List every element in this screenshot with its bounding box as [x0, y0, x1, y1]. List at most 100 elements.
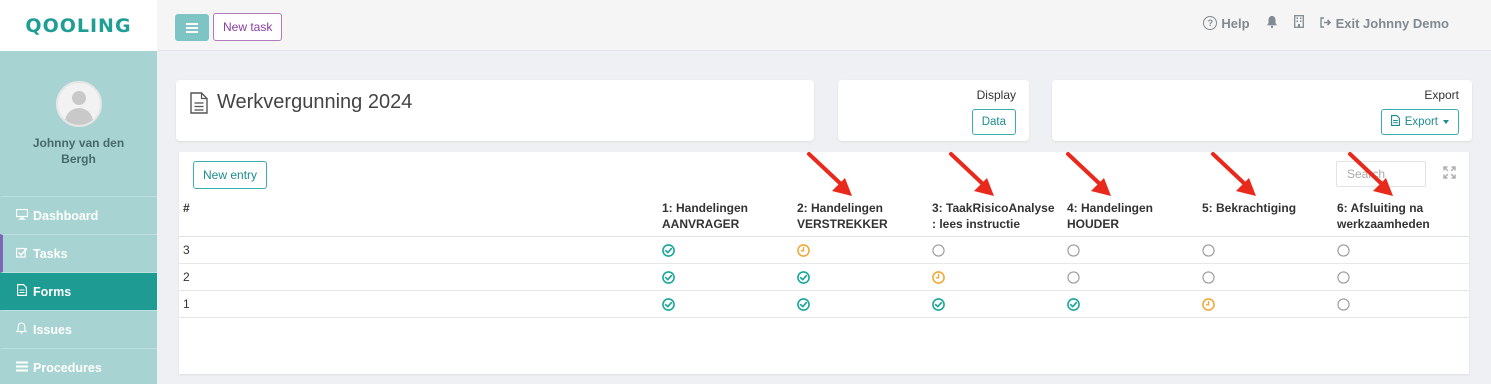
table-row[interactable]: 3	[179, 236, 1469, 264]
check-circle-icon	[1067, 297, 1080, 311]
sidebar-item-procedures[interactable]: Procedures	[0, 348, 157, 384]
empty-circle-icon	[932, 244, 945, 257]
annotation-arrow	[1348, 152, 1393, 196]
document-icon	[190, 92, 208, 119]
status-cell[interactable]	[1198, 236, 1333, 264]
status-cell[interactable]	[793, 263, 928, 291]
sidebar-item-tasks[interactable]: Tasks	[0, 234, 157, 272]
annotation-arrow	[1211, 152, 1256, 196]
status-cell[interactable]	[1333, 290, 1469, 318]
check-circle-icon	[797, 270, 810, 284]
form-title-card: Werkvergunning 2024	[176, 80, 814, 141]
column-header[interactable]: #	[179, 196, 658, 237]
clock-icon	[932, 270, 945, 284]
empty-circle-icon	[1337, 244, 1350, 257]
sidebar-item-label: Issues	[33, 322, 72, 337]
display-card: Display Data	[838, 80, 1029, 141]
logo: QOOLING	[25, 14, 132, 37]
status-cell[interactable]	[1198, 290, 1333, 318]
empty-circle-icon	[1067, 271, 1080, 284]
column-header[interactable]: 6: Afsluiting na werkzaamheden	[1333, 196, 1469, 237]
export-dropdown-button[interactable]: Export	[1380, 109, 1459, 135]
sidebar-item-label: Tasks	[33, 246, 68, 261]
empty-circle-icon	[1202, 244, 1215, 257]
row-id: 2	[179, 263, 658, 291]
annotation-arrow	[1066, 152, 1111, 196]
sidebar-item-issues[interactable]: Issues	[0, 310, 157, 348]
annotation-arrow	[807, 152, 852, 196]
export-button-label: Export	[1404, 116, 1438, 128]
row-id: 3	[179, 236, 658, 264]
entries-table: # 1: Handelingen AANVRAGER 2: Handelinge…	[179, 196, 1469, 318]
data-button[interactable]: Data	[971, 109, 1016, 135]
avatar[interactable]	[55, 81, 102, 127]
check-circle-icon	[932, 297, 945, 311]
notifications-button[interactable]	[1266, 15, 1278, 31]
table-header-row: # 1: Handelingen AANVRAGER 2: Handelinge…	[179, 196, 1469, 237]
table-row[interactable]: 1	[179, 290, 1469, 318]
sidebar-item-label: Procedures	[33, 360, 102, 375]
column-header[interactable]: 3: TaakRisicoAnalyse : lees instructie	[928, 196, 1063, 237]
status-cell[interactable]	[793, 290, 928, 318]
logo-area[interactable]: QOOLING	[0, 0, 157, 51]
sidebar-item-forms[interactable]: Forms	[0, 272, 157, 310]
status-cell[interactable]	[1333, 236, 1469, 264]
status-cell[interactable]	[658, 236, 793, 264]
check-circle-icon	[662, 297, 675, 311]
page-title: Werkvergunning 2024	[217, 91, 413, 113]
expand-icon[interactable]	[1443, 166, 1456, 184]
top-bar: New task ? Help Exit Johnny Demo	[157, 0, 1491, 51]
status-cell[interactable]	[658, 263, 793, 291]
status-cell[interactable]	[1063, 290, 1198, 318]
column-header[interactable]: 4: Handelingen HOUDER	[1063, 196, 1198, 237]
exit-link[interactable]: Exit Johnny Demo	[1319, 15, 1449, 31]
column-header[interactable]: 5: Bekrachtiging	[1198, 196, 1333, 237]
column-header[interactable]: 2: Handelingen VERSTREKKER	[793, 196, 928, 237]
clock-icon	[797, 243, 810, 257]
export-card: Export Export	[1052, 80, 1472, 141]
status-cell[interactable]	[793, 236, 928, 264]
checkbox-icon	[15, 247, 28, 261]
sidebar: QOOLING Johnny van den Bergh Dashboard T…	[0, 0, 157, 384]
status-cell[interactable]	[1198, 263, 1333, 291]
building-button[interactable]	[1293, 15, 1304, 31]
check-circle-icon	[662, 243, 675, 257]
table-row[interactable]: 2	[179, 263, 1469, 291]
monitor-icon	[15, 208, 28, 223]
new-task-button[interactable]: New task	[213, 13, 283, 41]
document-icon	[15, 284, 28, 299]
top-right-actions: ? Help Exit Johnny Demo	[1203, 15, 1449, 31]
check-circle-icon	[662, 270, 675, 284]
annotation-arrow	[949, 152, 994, 196]
menu-toggle-button[interactable]	[175, 14, 209, 41]
sidebar-item-dashboard[interactable]: Dashboard	[0, 196, 157, 234]
bell-icon	[15, 322, 28, 337]
caret-down-icon	[1443, 120, 1449, 124]
status-cell[interactable]	[928, 236, 1063, 264]
empty-circle-icon	[1202, 271, 1215, 284]
status-cell[interactable]	[928, 263, 1063, 291]
file-icon	[1390, 115, 1400, 129]
user-profile: Johnny van den Bergh	[0, 51, 157, 196]
column-header[interactable]: 1: Handelingen AANVRAGER	[658, 196, 793, 237]
status-cell[interactable]	[658, 290, 793, 318]
clock-icon	[1202, 297, 1215, 311]
new-entry-button[interactable]: New entry	[193, 161, 268, 189]
display-label: Display	[976, 88, 1016, 102]
exit-label: Exit Johnny Demo	[1335, 15, 1449, 31]
sidebar-nav: Dashboard Tasks Forms Issues Procedures	[0, 196, 157, 384]
status-cell[interactable]	[928, 290, 1063, 318]
export-label: Export	[1424, 88, 1459, 102]
help-link[interactable]: ? Help	[1203, 16, 1250, 31]
user-name: Johnny van den Bergh	[32, 136, 125, 166]
sign-out-icon	[1319, 16, 1332, 31]
sidebar-item-label: Forms	[33, 284, 72, 299]
status-cell[interactable]	[1063, 263, 1198, 291]
sidebar-item-label: Dashboard	[33, 208, 99, 223]
building-icon	[1293, 15, 1304, 31]
hamburger-icon	[186, 20, 198, 36]
bell-icon	[1266, 15, 1278, 31]
status-cell[interactable]	[1063, 236, 1198, 264]
status-cell[interactable]	[1333, 263, 1469, 291]
row-id: 1	[179, 290, 658, 318]
